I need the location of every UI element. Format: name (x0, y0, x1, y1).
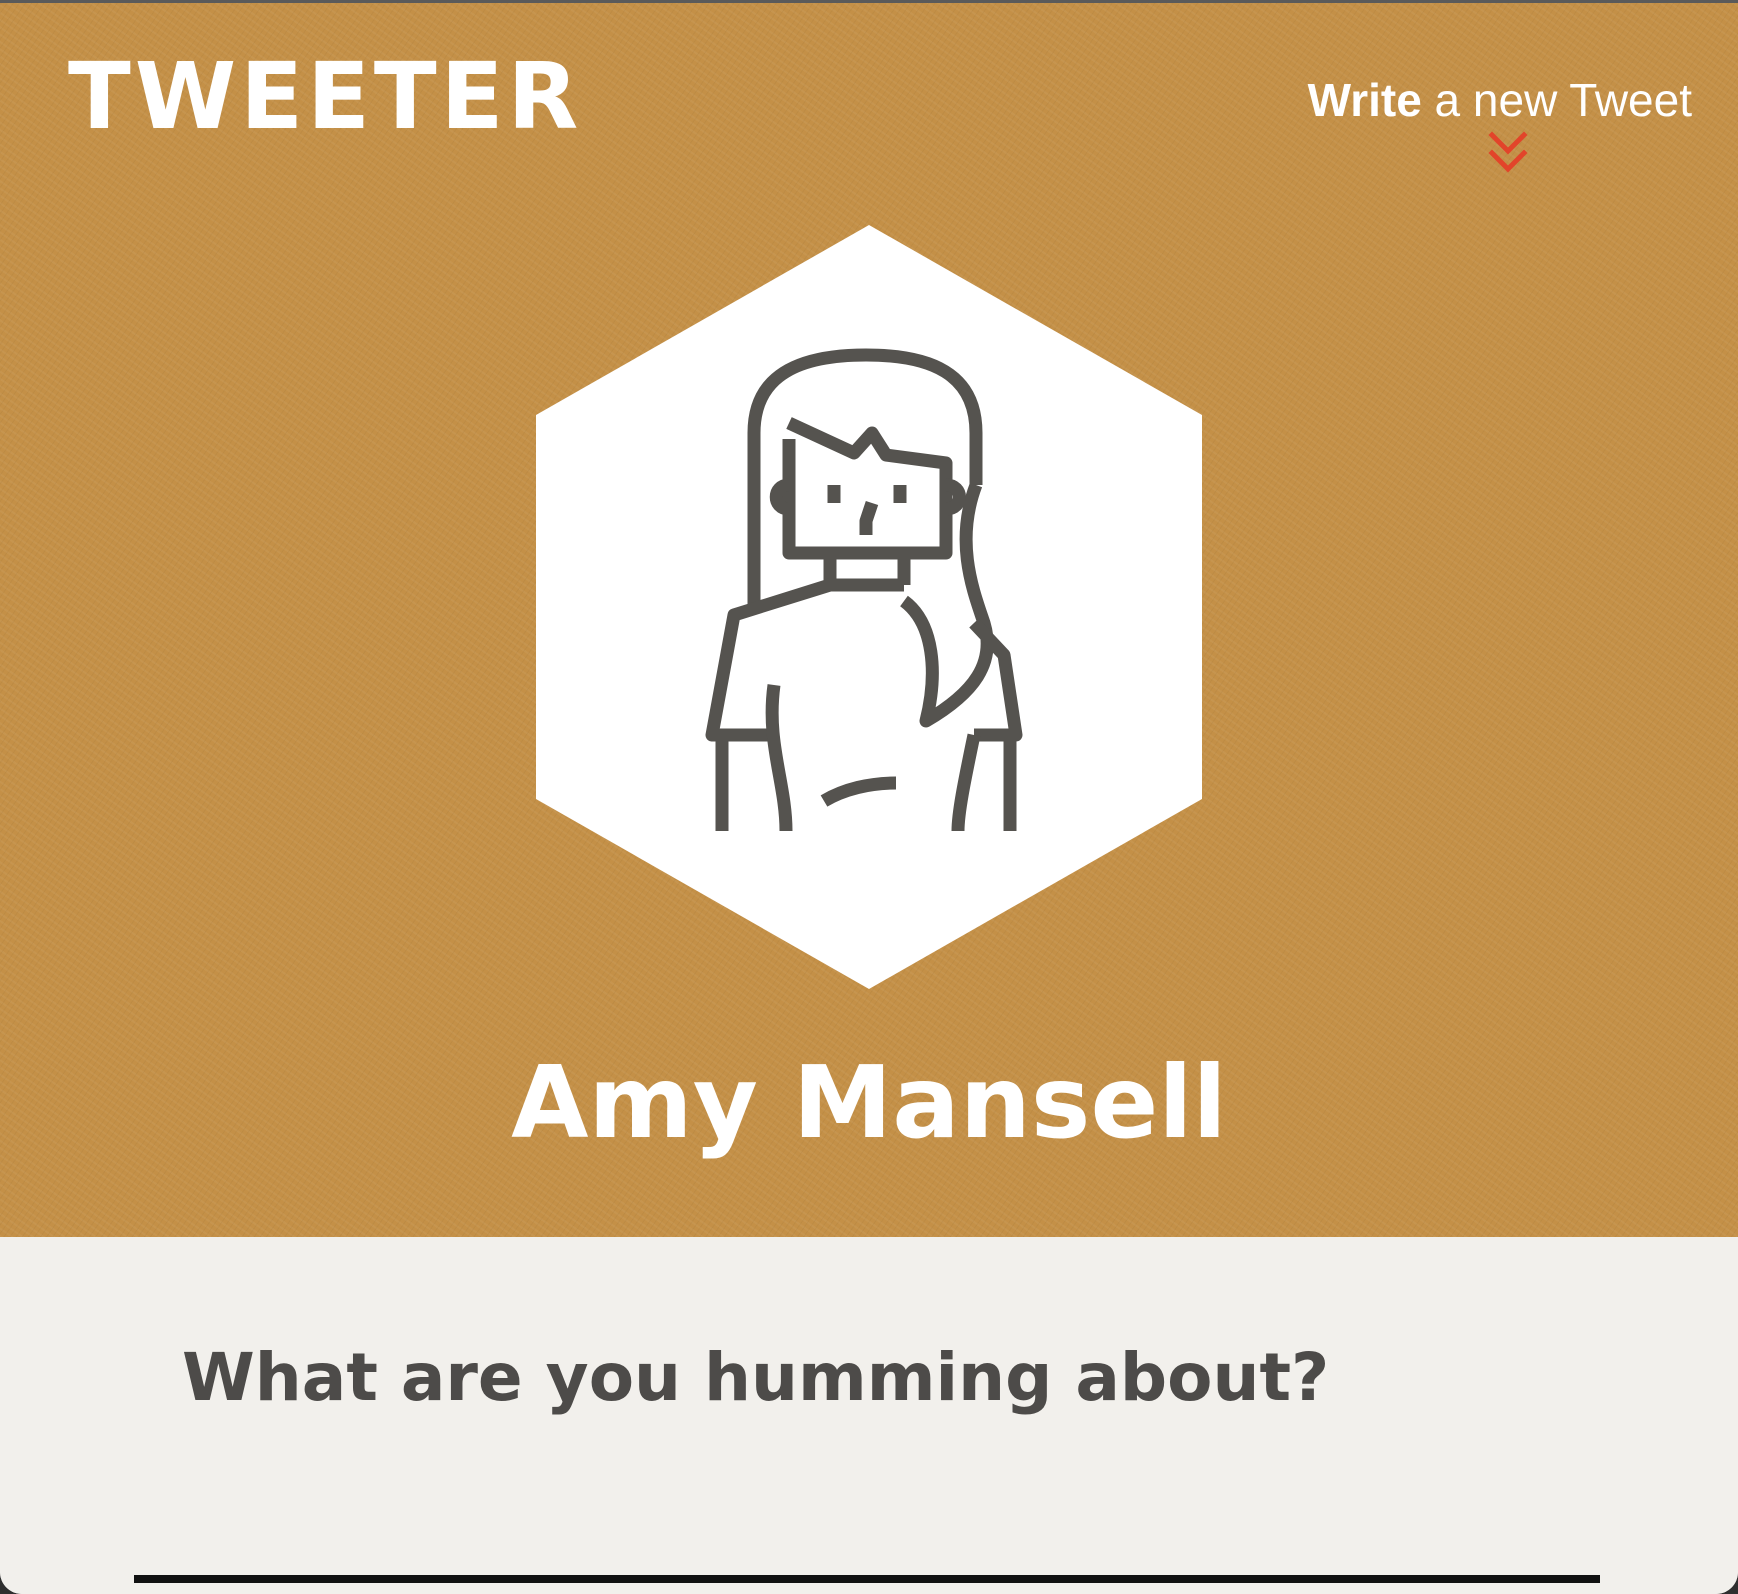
profile-name: Amy Mansell (511, 1044, 1227, 1161)
write-link-rest: a new Tweet (1421, 74, 1692, 126)
compose-prompt: What are you humming about? (182, 1339, 1330, 1416)
app-window: TWEETER Write a new Tweet Amy Mansell Wh… (0, 0, 1738, 1594)
hexagon-frame (536, 225, 1202, 989)
double-chevron-down-icon[interactable] (1486, 131, 1530, 177)
tweet-input-underline[interactable] (134, 1575, 1600, 1583)
app-logo[interactable]: TWEETER (68, 51, 582, 143)
write-link-strong: Write (1307, 74, 1422, 126)
avatar (536, 225, 1202, 989)
compose-area: What are you humming about? (0, 1237, 1738, 1594)
profile-header: TWEETER Write a new Tweet Amy Mansell (0, 3, 1738, 1237)
write-new-tweet-link[interactable]: Write a new Tweet (1308, 77, 1692, 123)
